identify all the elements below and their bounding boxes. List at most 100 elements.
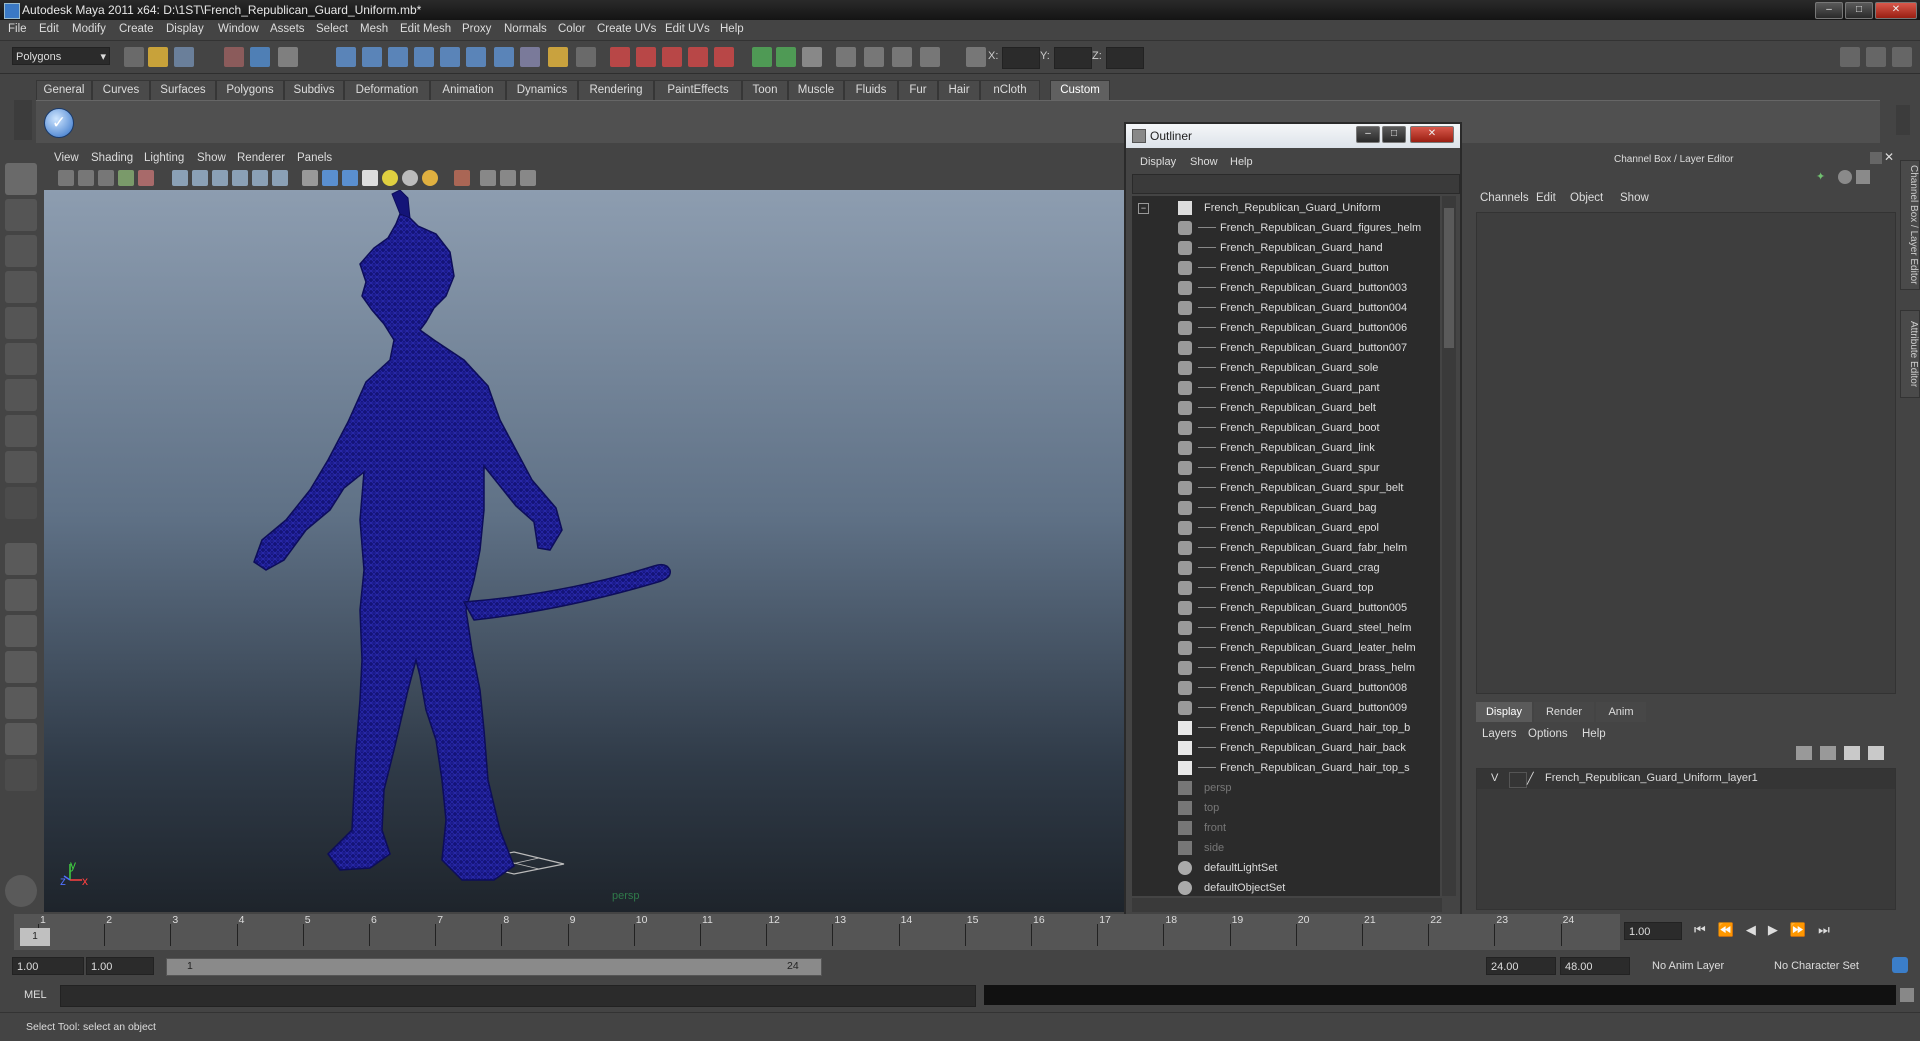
camera-attr-icon[interactable] <box>78 170 94 186</box>
shade-cube-icon[interactable] <box>322 170 338 186</box>
close-button[interactable]: ✕ <box>1875 2 1917 19</box>
isolate-icon[interactable] <box>272 170 288 186</box>
menu-edit-uvs[interactable]: Edit UVs <box>665 23 710 35</box>
cb-menu-object[interactable]: Object <box>1570 192 1603 204</box>
outliner-camera-row[interactable]: top <box>1132 798 1432 818</box>
z-field[interactable] <box>1106 47 1144 69</box>
y-field[interactable] <box>1054 47 1092 69</box>
grid-icon[interactable] <box>480 170 496 186</box>
outliner-set-row[interactable]: defaultLightSet <box>1132 858 1432 878</box>
shelf-menu-handle[interactable] <box>14 100 32 140</box>
menu-window[interactable]: Window <box>218 23 259 35</box>
wireframe-icon[interactable] <box>172 170 188 186</box>
character-set-selector[interactable]: No Character Set <box>1770 957 1876 975</box>
shade-default-icon[interactable] <box>302 170 318 186</box>
share-icon[interactable] <box>520 170 536 186</box>
layer-menu-layers[interactable]: Layers <box>1482 728 1517 740</box>
snap-view-icon[interactable] <box>466 47 486 67</box>
render-view-icon[interactable] <box>714 47 734 67</box>
vp-menu-view[interactable]: View <box>54 152 79 164</box>
menu-mesh[interactable]: Mesh <box>360 23 388 35</box>
channel-box-icon[interactable] <box>920 47 940 67</box>
save-scene-icon[interactable] <box>174 47 194 67</box>
select-component-icon[interactable] <box>278 47 298 67</box>
auto-key-icon[interactable] <box>1892 957 1908 973</box>
shelf-tab-dynamics[interactable]: Dynamics <box>506 80 578 100</box>
shelf-tab-rendering[interactable]: Rendering <box>578 80 654 100</box>
shadows-icon[interactable] <box>422 170 438 186</box>
layer-tab-render[interactable]: Render <box>1534 702 1594 722</box>
transform-field-icon[interactable] <box>966 47 986 67</box>
menu-color[interactable]: Color <box>558 23 585 35</box>
layer-visibility-toggle[interactable]: V <box>1491 772 1498 784</box>
custom-shelf-check-icon[interactable]: ✓ <box>44 108 74 138</box>
shelf-tab-curves[interactable]: Curves <box>92 80 150 100</box>
default-light-icon[interactable] <box>382 170 398 186</box>
menu-select[interactable]: Select <box>316 23 348 35</box>
shelf-tab-animation[interactable]: Animation <box>430 80 506 100</box>
camera-select-icon[interactable] <box>58 170 74 186</box>
rotate-tool-icon[interactable] <box>5 307 37 339</box>
outliner-camera-row[interactable]: persp <box>1132 778 1432 798</box>
new-layer-icon[interactable] <box>1796 746 1812 760</box>
shelf-tab-fluids[interactable]: Fluids <box>844 80 898 100</box>
start-time-field[interactable]: 1.00 <box>12 957 84 975</box>
layout-icon[interactable] <box>1840 47 1860 67</box>
outliner-row[interactable]: French_Republican_Guard_figures_helm <box>1132 218 1432 238</box>
outliner-set-row[interactable]: defaultObjectSet <box>1132 878 1432 896</box>
shelf-tab-surfaces[interactable]: Surfaces <box>150 80 216 100</box>
new-layer-selected-icon[interactable] <box>1820 746 1836 760</box>
x-field[interactable] <box>1002 47 1040 69</box>
play-forward-icon[interactable]: ▶ <box>1768 922 1790 937</box>
shelf-scroll[interactable] <box>1896 105 1910 135</box>
range-slider[interactable]: 1 24 <box>166 958 822 976</box>
select-object-icon[interactable] <box>250 47 270 67</box>
outliner-row[interactable]: French_Republican_Guard_fabr_helm <box>1132 538 1432 558</box>
mel-input[interactable] <box>60 985 976 1007</box>
render-frame-icon[interactable] <box>610 47 630 67</box>
time-slider[interactable]: 1 2 3 4 5 6 7 8 9 10 11 12 13 14 15 16 17 18 19 20 21 22 23 24 … <box>14 914 1620 950</box>
vp-menu-lighting[interactable]: Lighting <box>144 152 184 164</box>
side-tab-channel-box[interactable]: Channel Box / Layer Editor <box>1900 160 1920 290</box>
outliner-filter-field[interactable] <box>1132 174 1460 194</box>
collapse-icon[interactable]: − <box>1138 203 1149 214</box>
show-hide-editor-icon[interactable] <box>836 47 856 67</box>
step-forward-key-icon[interactable]: ⏩ <box>1790 922 1818 937</box>
layer-menu-help[interactable]: Help <box>1582 728 1606 740</box>
menu-assets[interactable]: Assets <box>270 23 305 35</box>
outliner-menu-display[interactable]: Display <box>1140 156 1176 168</box>
checker-icon[interactable] <box>362 170 378 186</box>
outliner-row[interactable]: French_Republican_Guard_brass_helm <box>1132 658 1432 678</box>
construction-history-icon[interactable] <box>576 47 596 67</box>
outliner-row[interactable]: French_Republican_Guard_bag <box>1132 498 1432 518</box>
input-line-icon[interactable] <box>752 47 772 67</box>
open-scene-icon[interactable] <box>148 47 168 67</box>
menu-help[interactable]: Help <box>720 23 744 35</box>
vp-menu-show[interactable]: Show <box>197 152 226 164</box>
menu-normals[interactable]: Normals <box>504 23 547 35</box>
soft-mod-tool-icon[interactable] <box>5 415 37 447</box>
outliner-row[interactable]: French_Republican_Guard_sole <box>1132 358 1432 378</box>
maximize-button[interactable]: □ <box>1845 2 1873 19</box>
channel-box-keys-icon[interactable]: ✦ <box>1816 170 1830 184</box>
select-tool-icon[interactable] <box>5 163 37 195</box>
outliner-vscroll-thumb[interactable] <box>1444 208 1454 348</box>
step-back-icon[interactable]: ⏪ <box>1718 922 1746 937</box>
layer-menu-options[interactable]: Options <box>1528 728 1568 740</box>
x-ray-icon[interactable] <box>252 170 268 186</box>
lasso-tool-icon[interactable] <box>5 199 37 231</box>
shelf-tab-deformation[interactable]: Deformation <box>344 80 430 100</box>
side-tab-attribute-editor[interactable]: Attribute Editor <box>1900 310 1920 398</box>
outliner-row[interactable]: French_Republican_Guard_steel_helm <box>1132 618 1432 638</box>
shelf-tab-fur[interactable]: Fur <box>898 80 938 100</box>
step-back-key-icon[interactable]: ◀ <box>1746 922 1768 937</box>
panel-close-icon[interactable]: ✕ <box>1884 150 1894 164</box>
outliner-title-bar[interactable]: Outliner – □ ✕ <box>1126 124 1460 148</box>
absolute-transform-icon[interactable] <box>802 47 822 67</box>
outliner-root-row[interactable]: − French_Republican_Guard_Uniform <box>1132 198 1432 218</box>
outliner-minimize-button[interactable]: – <box>1356 126 1380 143</box>
attribute-editor-icon[interactable] <box>864 47 884 67</box>
last-tool-icon[interactable] <box>5 487 37 519</box>
menu-create-uvs[interactable]: Create UVs <box>597 23 656 35</box>
select-camera-icon[interactable] <box>454 170 470 186</box>
